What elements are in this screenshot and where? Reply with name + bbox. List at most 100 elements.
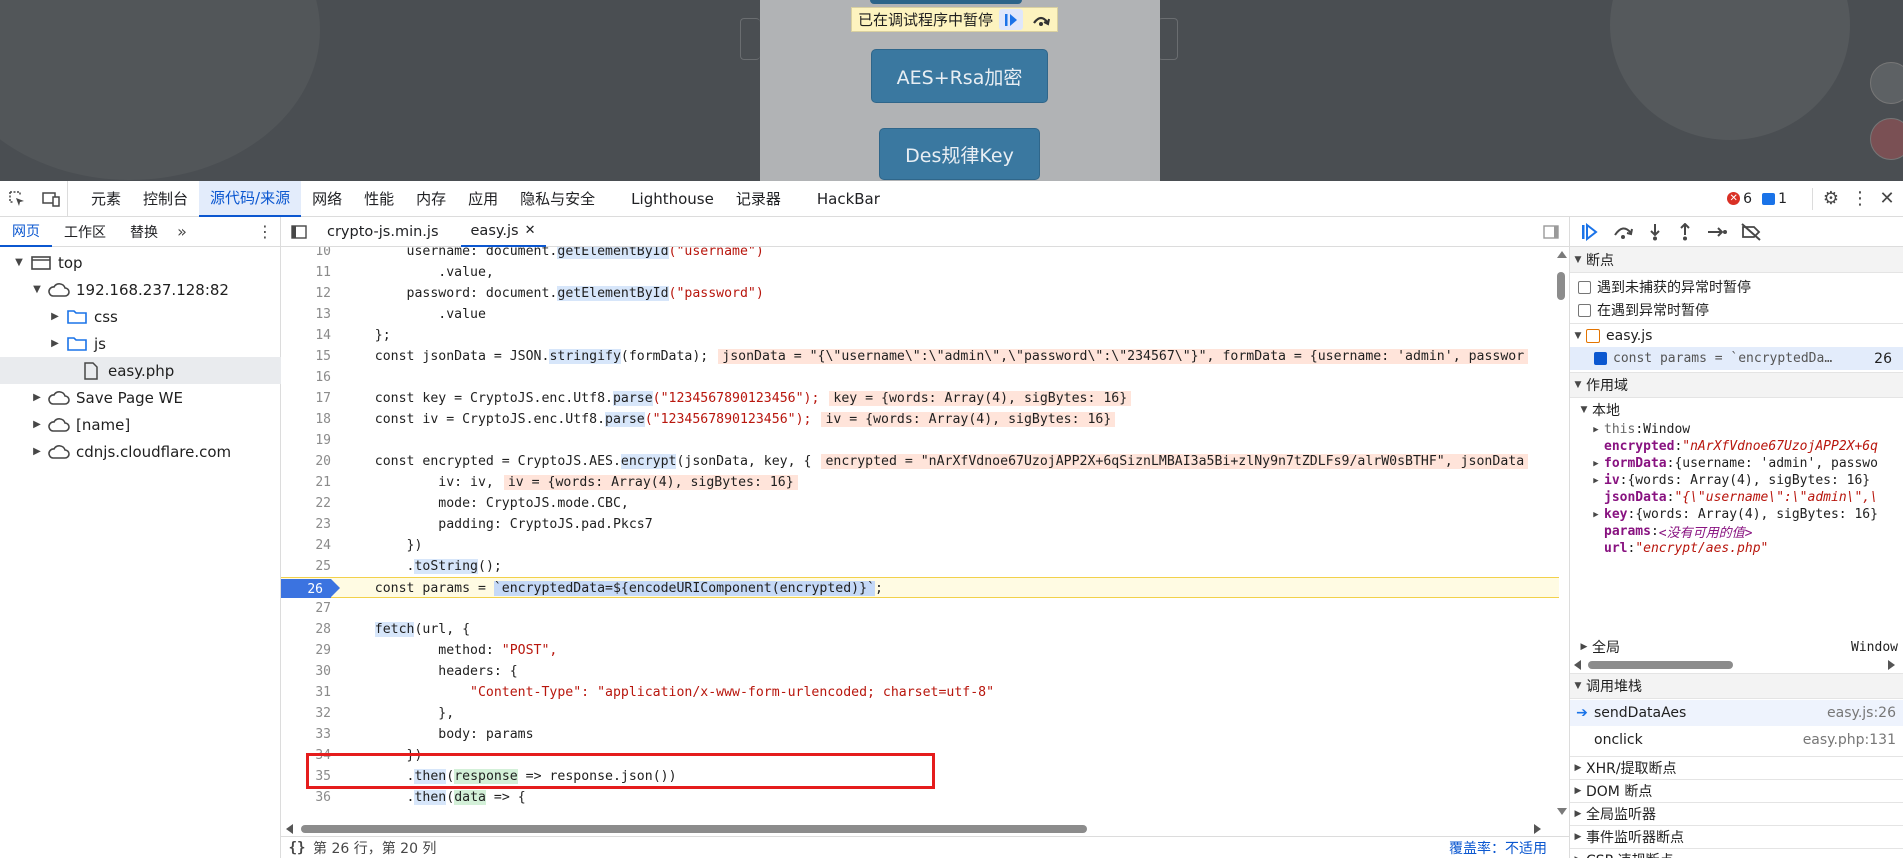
- expand-caret-icon[interactable]: ▶: [1588, 459, 1604, 469]
- scroll-right-icon[interactable]: [1888, 660, 1895, 670]
- tab-sources[interactable]: 源代码/来源: [199, 180, 302, 217]
- scope-variable-encrypted[interactable]: encrypted: "nArXfVdnoe67UzojAPP2X+6q: [1570, 438, 1903, 455]
- tree-item[interactable]: ▶ css: [0, 303, 281, 330]
- tree-item[interactable]: ▼ 192.168.237.128:82: [0, 276, 281, 303]
- expand-caret-icon[interactable]: ▶: [48, 338, 62, 349]
- horizontal-scrollbar[interactable]: [281, 822, 1569, 836]
- expand-caret-icon[interactable]: ▶: [30, 392, 44, 403]
- step-over-icon[interactable]: [1029, 9, 1053, 30]
- section-header[interactable]: ▶ DOM 断点: [1570, 779, 1903, 802]
- breakpoint-file-group[interactable]: ▼ easy.js: [1570, 323, 1903, 347]
- scroll-left-icon[interactable]: [1574, 660, 1581, 670]
- expand-caret-icon[interactable]: ▶: [30, 419, 44, 430]
- toggle-debugger-icon[interactable]: [1533, 217, 1569, 247]
- more-menu-icon[interactable]: ⋮: [1849, 188, 1871, 209]
- expand-caret-icon[interactable]: ▶: [1588, 476, 1604, 486]
- section-header[interactable]: ▶ XHR/提取断点: [1570, 756, 1903, 779]
- scroll-up-icon[interactable]: [1557, 251, 1567, 258]
- navigator-menu-icon[interactable]: ⋮: [250, 222, 280, 241]
- call-frame[interactable]: ➔ sendDataAes easy.js:26: [1570, 700, 1903, 726]
- error-counter[interactable]: ✕ 6: [1727, 191, 1752, 207]
- tab-recorder[interactable]: 记录器: [725, 181, 792, 217]
- frame-location[interactable]: easy.js:26: [1827, 705, 1896, 721]
- tab-performance[interactable]: 性能: [353, 181, 405, 217]
- aes-rsa-encrypt-button[interactable]: AES+Rsa加密: [871, 49, 1048, 103]
- sidebar-hscroll[interactable]: [1570, 659, 1903, 671]
- call-frame[interactable]: onclick easy.php:131: [1570, 727, 1903, 753]
- vertical-scroll-thumb[interactable]: [1557, 272, 1565, 300]
- sidebar-hscroll-thumb[interactable]: [1588, 661, 1733, 669]
- settings-gear-icon[interactable]: ⚙: [1813, 188, 1849, 209]
- code-area[interactable]: 10 username: document.getElementById("us…: [281, 247, 1569, 822]
- tree-item[interactable]: ▶ [name]: [0, 411, 281, 438]
- resume-icon[interactable]: [1580, 222, 1600, 241]
- tab-memory[interactable]: 内存: [405, 181, 457, 217]
- apps-icon[interactable]: [1870, 62, 1903, 104]
- device-toolbar-icon[interactable]: [34, 180, 68, 217]
- scope-variable-iv[interactable]: ▶ iv: {words: Array(4), sigBytes: 16}: [1570, 472, 1903, 489]
- tab-privacy-security[interactable]: 隐私与安全: [509, 181, 606, 217]
- breakpoint-marker[interactable]: 26: [281, 579, 340, 598]
- file-tab-crypto-js[interactable]: crypto-js.min.js: [317, 217, 449, 247]
- global-scope-row[interactable]: ▶ 全局 Window: [1570, 636, 1903, 658]
- tree-item[interactable]: easy.php: [0, 357, 281, 384]
- file-tab-easy-js[interactable]: easy.js ✕: [460, 217, 546, 247]
- scope-variable-formData[interactable]: ▶ formData: {username: 'admin', passwo: [1570, 455, 1903, 472]
- close-tab-icon[interactable]: ✕: [525, 223, 536, 238]
- local-scope-header[interactable]: ▼ 本地: [1570, 399, 1903, 421]
- scope-variable-url[interactable]: url: "encrypt/aes.php": [1570, 540, 1903, 557]
- deactivate-breakpoints-icon[interactable]: [1740, 222, 1762, 241]
- vertical-scrollbar[interactable]: [1555, 247, 1567, 822]
- tree-item[interactable]: ▶ cdnjs.cloudflare.com: [0, 438, 281, 465]
- expand-caret-icon[interactable]: ▶: [1588, 510, 1604, 520]
- expand-caret-icon[interactable]: ▶: [30, 446, 44, 457]
- checkbox[interactable]: [1578, 303, 1591, 317]
- scope-section-header[interactable]: ▼ 作用域: [1570, 372, 1903, 398]
- tab-hackbar[interactable]: HackBar: [806, 181, 891, 217]
- breakpoints-section-header[interactable]: ▼ 断点: [1570, 247, 1903, 273]
- tab-network[interactable]: 网络: [301, 181, 353, 217]
- tree-item[interactable]: ▶ Save Page WE: [0, 384, 281, 411]
- tree-item[interactable]: ▶ js: [0, 330, 281, 357]
- tab-overrides[interactable]: 替换: [118, 217, 170, 247]
- pause-caught-option[interactable]: 在遇到异常时暂停: [1570, 299, 1903, 321]
- extension-icon[interactable]: [1870, 118, 1903, 160]
- section-header[interactable]: ▶ 事件监听器断点: [1570, 825, 1903, 848]
- resume-icon[interactable]: [999, 9, 1024, 30]
- breakpoint-item[interactable]: const params = `encryptedDa… 26: [1570, 347, 1903, 370]
- scroll-right-icon[interactable]: [1534, 824, 1541, 834]
- collapse-caret-icon[interactable]: ▼: [30, 284, 44, 295]
- scope-variable-jsonData[interactable]: jsonData: "{\"username\":\"admin\",\: [1570, 489, 1903, 506]
- collapse-caret-icon[interactable]: ▼: [12, 257, 26, 268]
- section-header[interactable]: ▶ 全局监听器: [1570, 802, 1903, 825]
- tab-page[interactable]: 网页: [0, 217, 52, 247]
- checked-checkbox-icon[interactable]: [1594, 352, 1607, 365]
- pause-uncaught-option[interactable]: 遇到未捕获的异常时暂停: [1570, 276, 1903, 298]
- tab-lighthouse[interactable]: Lighthouse: [620, 181, 725, 217]
- scroll-down-icon[interactable]: [1557, 808, 1567, 815]
- inspect-element-icon[interactable]: [0, 181, 34, 217]
- scope-variable-key[interactable]: ▶ key: {words: Array(4), sigBytes: 16}: [1570, 506, 1903, 523]
- section-header[interactable]: ▶CSP 违规断点: [1570, 848, 1903, 858]
- call-stack-section-header[interactable]: ▼ 调用堆栈: [1570, 673, 1903, 699]
- tab-workspace[interactable]: 工作区: [52, 217, 118, 247]
- scroll-left-icon[interactable]: [286, 824, 293, 834]
- expand-caret-icon[interactable]: ▶: [48, 311, 62, 322]
- tab-application[interactable]: 应用: [457, 181, 509, 217]
- expand-caret-icon[interactable]: ▶: [1588, 425, 1604, 435]
- scope-variable-this[interactable]: ▶ this: Window: [1570, 421, 1903, 438]
- step-out-icon[interactable]: [1676, 222, 1694, 241]
- pretty-print-icon[interactable]: {}: [281, 840, 313, 856]
- frame-location[interactable]: easy.php:131: [1803, 732, 1896, 748]
- des-key-button[interactable]: Des规律Key: [879, 128, 1040, 180]
- tab-elements[interactable]: 元素: [80, 181, 132, 217]
- close-devtools-icon[interactable]: ✕: [1871, 188, 1903, 209]
- tree-item[interactable]: ▼ top: [0, 249, 281, 276]
- step-over-icon[interactable]: [1612, 223, 1634, 241]
- scope-variable-params[interactable]: params: <没有可用的值>: [1570, 523, 1903, 541]
- step-icon[interactable]: [1706, 223, 1728, 241]
- coverage-status[interactable]: 覆盖率：不适用: [1449, 838, 1547, 858]
- more-tabs-chevron-icon[interactable]: »: [170, 222, 194, 241]
- toggle-navigator-icon[interactable]: [281, 217, 317, 247]
- message-counter[interactable]: 1: [1762, 191, 1787, 207]
